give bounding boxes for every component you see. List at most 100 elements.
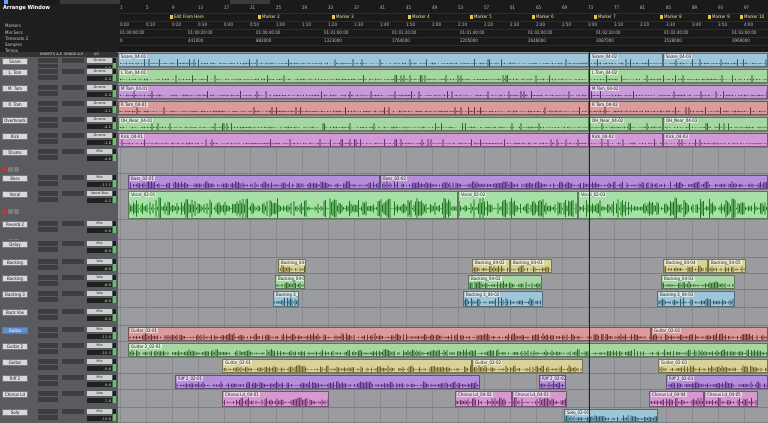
audio-clip[interactable]: Guitar_02-02 xyxy=(651,327,768,341)
output-selector[interactable]: Mix xyxy=(87,409,112,414)
track-lane[interactable] xyxy=(118,220,768,240)
volume-readout[interactable]: -10.6 xyxy=(87,416,112,421)
insert-slots[interactable] xyxy=(38,85,58,97)
mute-button[interactable] xyxy=(14,167,19,172)
output-selector[interactable]: Mix xyxy=(87,327,112,332)
insert-slots[interactable] xyxy=(38,375,58,387)
output-selector[interactable]: Vox xyxy=(87,275,112,280)
insert-slots[interactable] xyxy=(38,191,58,203)
audio-clip[interactable]: Chorus Ld_04-03 xyxy=(512,391,567,407)
insert-slots[interactable] xyxy=(38,101,58,113)
insert-slots[interactable] xyxy=(38,133,58,145)
volume-readout[interactable]: -9.8 xyxy=(87,382,112,387)
volume-readout[interactable]: -2.4 xyxy=(87,92,112,97)
track-name[interactable]: Backing 3 xyxy=(2,291,28,298)
audio-clip[interactable]: Backing_04-03 xyxy=(510,259,552,273)
marker-9[interactable]: Marker 9 xyxy=(708,14,730,20)
track-header[interactable]: R. Tom Drums -3.1 xyxy=(0,100,118,117)
volume-readout[interactable]: -4.6 xyxy=(87,156,112,161)
track-header[interactable]: Overheads Drums -4.2 xyxy=(0,116,118,133)
volume-readout[interactable]: -4.2 xyxy=(87,198,112,203)
send-slot[interactable] xyxy=(62,221,84,226)
audio-clip[interactable]: OH_Near_04-03 xyxy=(663,117,768,131)
audio-clip[interactable]: Chorus Ld_04-02 xyxy=(455,391,512,407)
marker-7[interactable]: Marker 7 xyxy=(594,14,616,20)
audio-clip[interactable]: M Tom_04-01 xyxy=(118,85,589,99)
audio-clip[interactable]: Riff 2_02-03 xyxy=(666,375,768,389)
audio-clip[interactable]: Backing 3_04-02 xyxy=(463,291,543,307)
audio-clip[interactable]: Backing_04-02 xyxy=(472,259,510,273)
track-header[interactable]: Bass Mix -17.1 xyxy=(0,174,118,191)
track-name[interactable]: M. Tom xyxy=(2,85,28,92)
audio-clip[interactable]: Kick_04-01 xyxy=(118,133,589,147)
audio-clip[interactable]: L Tom_04-02 xyxy=(589,69,768,83)
track-lanes[interactable]: Snare_04-01 Snare_04-02 Snare_04-03 L Tom_0… xyxy=(118,52,768,423)
send-slot[interactable] xyxy=(62,291,84,296)
insert-slots[interactable] xyxy=(38,275,58,287)
volume-readout[interactable]: -1.8 xyxy=(87,140,112,145)
volume-readout[interactable]: -5.6 xyxy=(87,228,112,233)
output-selector[interactable]: Vox xyxy=(87,391,112,396)
audio-clip[interactable]: Backing_04-03 xyxy=(661,275,735,289)
audio-clip[interactable]: Snare_04-03 xyxy=(663,53,768,67)
output-selector[interactable]: Vox xyxy=(87,291,112,296)
volume-readout[interactable]: -7.8 xyxy=(87,398,112,403)
send-slot[interactable] xyxy=(62,149,84,154)
audio-clip[interactable]: Chorus Ld_04-05 xyxy=(704,391,758,407)
solo-button[interactable] xyxy=(8,209,13,214)
send-slot[interactable] xyxy=(62,259,84,264)
output-selector[interactable]: Mix xyxy=(87,149,112,154)
audio-clip[interactable]: Vocal_02-02 xyxy=(458,191,578,219)
insert-slots[interactable] xyxy=(38,291,58,303)
insert-slots[interactable] xyxy=(38,391,58,403)
track-header[interactable]: Riff 2 Mix -9.8 xyxy=(0,374,118,391)
send-slot[interactable] xyxy=(62,409,84,414)
output-selector[interactable]: Vocal Bus xyxy=(87,191,112,196)
marker-8[interactable]: Marker 8 xyxy=(660,14,682,20)
mute-button[interactable] xyxy=(14,209,19,214)
track-header[interactable]: Drums Mix -4.6 xyxy=(0,148,118,175)
send-slot[interactable] xyxy=(62,391,84,396)
track-header[interactable]: Kick Drums -1.8 xyxy=(0,132,118,149)
output-selector[interactable]: Drums xyxy=(87,69,112,74)
track-name[interactable]: Chorus Ld xyxy=(2,391,28,398)
audio-clip[interactable]: Riff 2_02-01 xyxy=(175,375,480,389)
audio-clip[interactable]: Backing 3_04-03 xyxy=(657,291,735,307)
send-slot[interactable] xyxy=(62,58,84,63)
audio-clip[interactable]: OH_Near_04-01 xyxy=(118,117,589,131)
track-header[interactable]: Solo Mix -10.6 xyxy=(0,408,118,423)
track-header[interactable]: L. Tom Drums -2.4 xyxy=(0,68,118,85)
insert-slots[interactable] xyxy=(38,241,58,253)
output-selector[interactable]: Mix xyxy=(87,175,112,180)
track-header[interactable]: Backing Vox -8.6 xyxy=(0,258,118,275)
audio-clip[interactable]: L Tom_04-01 xyxy=(118,69,589,83)
track-name[interactable]: Drums xyxy=(2,149,28,156)
output-selector[interactable]: Mix xyxy=(87,359,112,364)
audio-clip[interactable]: Vocal_02-01 xyxy=(128,191,458,219)
marker-10[interactable]: Marker 10 xyxy=(740,14,764,20)
track-header[interactable]: Backing 3 Vox -8.6 xyxy=(0,290,118,309)
output-selector[interactable]: Drums xyxy=(87,85,112,90)
track-lane[interactable] xyxy=(118,408,768,423)
send-slot[interactable] xyxy=(62,375,84,380)
track-lane[interactable] xyxy=(118,148,768,174)
audio-clip[interactable]: Snare_04-01 xyxy=(118,53,589,67)
send-slot[interactable] xyxy=(62,191,84,196)
volume-readout[interactable]: -8.6 xyxy=(87,298,112,303)
audio-clip[interactable]: Guitar_02-01 xyxy=(128,327,651,341)
send-slot[interactable] xyxy=(62,275,84,280)
output-selector[interactable]: Mix xyxy=(87,343,112,348)
insert-slots[interactable] xyxy=(38,175,58,187)
send-slot[interactable] xyxy=(62,69,84,74)
volume-readout[interactable]: -17.1 xyxy=(87,182,112,187)
insert-slots[interactable] xyxy=(38,69,58,81)
send-slot[interactable] xyxy=(62,359,84,364)
audio-clip[interactable]: Backing_04-02 xyxy=(468,275,542,289)
audio-clip[interactable]: Backing_04-01 xyxy=(278,259,306,273)
audio-clip[interactable]: Vocal_02-03 xyxy=(578,191,768,219)
audio-clip[interactable]: Bass_02-01 xyxy=(128,175,380,189)
marker-4[interactable]: Marker 4 xyxy=(408,14,430,20)
solo-button[interactable] xyxy=(8,167,13,172)
output-selector[interactable]: Drums xyxy=(87,133,112,138)
send-slot[interactable] xyxy=(62,175,84,180)
